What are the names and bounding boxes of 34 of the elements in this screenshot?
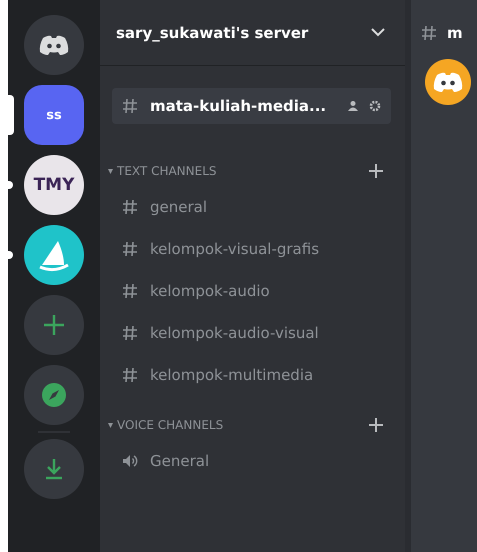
hash-icon <box>122 283 138 299</box>
channel-item[interactable]: kelompok-multimedia <box>112 357 391 393</box>
server-icon[interactable]: TMY <box>24 155 84 215</box>
server-name: sary_sukawati's server <box>116 24 308 42</box>
channel-item[interactable]: General <box>112 443 391 479</box>
chevron-down-icon <box>371 28 385 37</box>
compass-icon <box>41 382 67 408</box>
server-header[interactable]: sary_sukawati's server <box>100 0 405 65</box>
hash-icon <box>122 325 138 341</box>
server-icon[interactable]: ss <box>24 85 84 145</box>
channel-item[interactable]: general <box>112 189 391 225</box>
settings-icon[interactable] <box>369 100 381 112</box>
plus-icon[interactable] <box>369 164 383 178</box>
channel-item[interactable]: kelompok-audio-visual <box>112 315 391 351</box>
collapse-caret-icon <box>108 422 113 428</box>
add-member-icon[interactable] <box>347 100 359 112</box>
channel-item[interactable]: kelompok-audio <box>112 273 391 309</box>
discord-logo-icon <box>39 34 69 56</box>
plus-icon[interactable] <box>369 418 383 432</box>
hash-icon <box>421 24 437 40</box>
hash-icon <box>122 98 138 114</box>
channel-title: m <box>447 24 463 42</box>
speaker-icon <box>122 453 138 469</box>
hash-icon <box>122 367 138 383</box>
channel-item[interactable]: mata-kuliah-media... <box>112 88 391 124</box>
hash-icon <box>122 199 138 215</box>
plus-icon <box>43 314 65 336</box>
download-icon <box>43 457 65 481</box>
collapse-caret-icon <box>108 168 113 174</box>
hash-icon <box>122 241 138 257</box>
category-name[interactable]: VOICE CHANNELS <box>117 418 224 432</box>
category-name[interactable]: TEXT CHANNELS <box>117 164 217 178</box>
discord-logo-icon <box>433 71 463 93</box>
channel-item[interactable]: kelompok-visual-grafis <box>112 231 391 267</box>
